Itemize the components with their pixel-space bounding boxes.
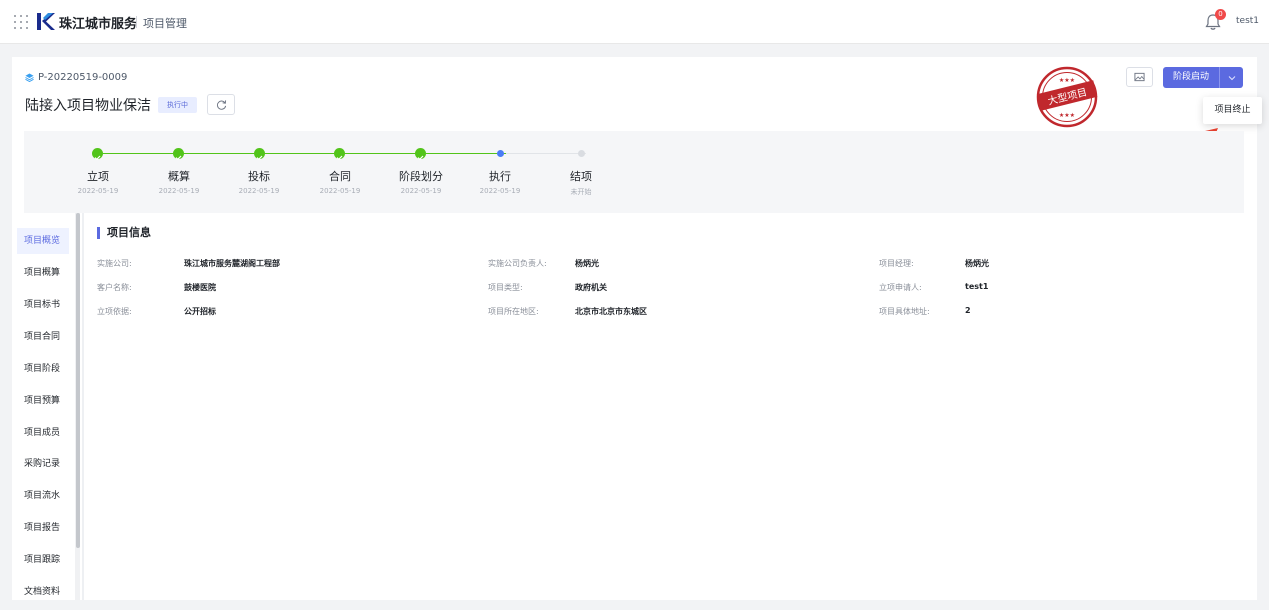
stage-start-label[interactable]: 阶段启动 xyxy=(1163,67,1220,88)
field-label-company: 实施公司: xyxy=(97,259,132,268)
user-name[interactable]: test1 xyxy=(1236,16,1259,26)
step-name-7: 结项 xyxy=(570,170,592,183)
image-icon xyxy=(1134,72,1145,82)
field-label-applicant: 立项申请人: xyxy=(879,283,922,292)
sidebar-item-stages[interactable]: 项目阶段 xyxy=(17,356,69,382)
step-date-2: 2022-05-19 xyxy=(158,187,200,195)
field-value-type: 政府机关 xyxy=(575,283,607,292)
step-name-6: 执行 xyxy=(489,170,511,183)
brand-name: 珠江城市服务 xyxy=(59,17,138,32)
sidebar-item-estimate[interactable]: 项目概算 xyxy=(17,260,69,286)
project-title: 陆接入项目物业保洁 xyxy=(25,98,151,114)
sidenav-scrollbar-thumb[interactable] xyxy=(76,213,80,548)
content-divider xyxy=(82,213,84,600)
svg-text:★★★: ★★★ xyxy=(1059,112,1075,119)
step-dot-7 xyxy=(578,150,585,157)
module-title[interactable]: 项目管理 xyxy=(143,15,187,31)
large-project-stamp: 大型项目 ★★★ ★★★ xyxy=(1036,66,1098,128)
field-label-basis: 立项依据: xyxy=(97,307,132,316)
stage-dropdown-toggle[interactable] xyxy=(1220,67,1243,88)
progress-steps: 立项 概算 投标 合同 阶段划分 执行 结项 2022-05-19 2022-0… xyxy=(24,131,1244,213)
sidebar-item-tender[interactable]: 项目标书 xyxy=(17,292,69,318)
field-value-company-lead: 杨炳光 xyxy=(575,259,599,268)
field-label-type: 项目类型: xyxy=(488,283,523,292)
field-label-customer: 客户名称: xyxy=(97,283,132,292)
section-title-project-info: 项目信息 xyxy=(97,227,151,239)
field-value-address: 2 xyxy=(965,306,971,315)
apps-grid-icon[interactable] xyxy=(14,15,28,29)
menu-item-terminate-project[interactable]: 项目终止 xyxy=(1203,97,1262,124)
step-name-5: 阶段划分 xyxy=(399,170,443,183)
step-dot-1 xyxy=(92,148,103,161)
field-label-manager: 项目经理: xyxy=(879,259,914,268)
project-code: P-20220519-0009 xyxy=(38,72,128,83)
step-date-6: 2022-05-19 xyxy=(479,187,521,195)
project-code-row: P-20220519-0009 xyxy=(25,72,127,83)
layers-icon xyxy=(25,73,34,82)
field-value-applicant: test1 xyxy=(965,282,989,291)
chevron-down-icon xyxy=(1228,75,1235,80)
sidebar-item-overview[interactable]: 项目概览 xyxy=(17,228,69,254)
image-button[interactable] xyxy=(1126,67,1153,87)
field-label-region: 项目所在地区: xyxy=(488,307,539,316)
refresh-button[interactable] xyxy=(207,94,235,115)
sidebar-item-documents[interactable]: 文档资料 xyxy=(17,579,69,605)
step-date-3: 2022-05-19 xyxy=(238,187,280,195)
steps-line-done xyxy=(103,153,506,154)
steps-line-todo xyxy=(506,153,586,154)
step-dot-6 xyxy=(497,150,504,157)
step-date-5: 2022-05-19 xyxy=(400,187,442,195)
sidebar-item-contract[interactable]: 项目合同 xyxy=(17,324,69,350)
top-bar: 珠江城市服务 项目管理 0 test1 xyxy=(0,0,1269,44)
sidebar-item-reports[interactable]: 项目报告 xyxy=(17,515,69,541)
sidebar-item-budget[interactable]: 项目预算 xyxy=(17,388,69,414)
brand-logo-icon xyxy=(37,13,55,30)
field-value-basis: 公开招标 xyxy=(184,307,216,316)
step-date-7: 未开始 xyxy=(570,188,592,196)
header-divider xyxy=(136,16,137,28)
step-name-2: 概算 xyxy=(168,170,190,183)
svg-text:★★★: ★★★ xyxy=(1059,77,1075,84)
sidebar-item-members[interactable]: 项目成员 xyxy=(17,420,69,446)
step-name-1: 立项 xyxy=(87,170,109,183)
step-name-3: 投标 xyxy=(248,170,270,183)
refresh-icon xyxy=(216,100,226,110)
step-dot-2 xyxy=(173,148,184,161)
step-dot-3 xyxy=(254,148,265,161)
field-label-company-lead: 实施公司负责人: xyxy=(488,259,547,268)
stage-start-button[interactable]: 阶段启动 xyxy=(1163,67,1243,88)
field-value-manager: 杨炳光 xyxy=(965,259,989,268)
step-dot-4 xyxy=(334,148,345,161)
field-value-customer: 鼓楼医院 xyxy=(184,283,216,292)
status-badge: 执行中 xyxy=(158,97,197,113)
step-date-1: 2022-05-19 xyxy=(77,187,119,195)
step-name-4: 合同 xyxy=(329,170,351,183)
project-card: P-20220519-0009 陆接入项目物业保洁 执行中 大型项目 ★★★ ★… xyxy=(12,57,1262,600)
sidebar-item-tracking[interactable]: 项目跟踪 xyxy=(17,547,69,573)
notification-badge: 0 xyxy=(1215,9,1226,20)
sidebar-item-cashflow[interactable]: 项目流水 xyxy=(17,483,69,509)
sidebar-item-purchases[interactable]: 采购记录 xyxy=(17,451,69,477)
field-value-company: 珠江城市服务麓湖阁工程部 xyxy=(184,259,280,268)
side-nav: 项目概览 项目概算 项目标书 项目合同 项目阶段 项目预算 项目成员 采购记录 … xyxy=(12,222,82,600)
field-value-region: 北京市北京市东城区 xyxy=(575,307,647,316)
field-label-address: 项目具体地址: xyxy=(879,307,930,316)
step-dot-5 xyxy=(415,148,426,161)
step-date-4: 2022-05-19 xyxy=(319,187,361,195)
